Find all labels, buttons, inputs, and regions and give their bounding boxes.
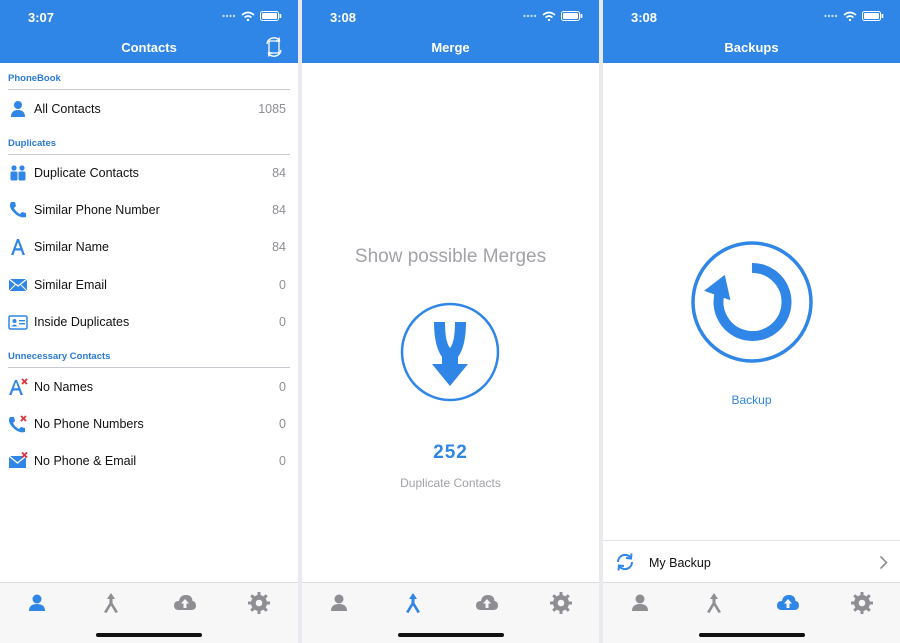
row-count: 0 [279, 278, 286, 292]
battery-icon [862, 11, 884, 21]
home-indicator [397, 633, 504, 637]
contacts-screen: 3:07 Contacts PhoneBook All Contacts 108… [0, 0, 298, 643]
row-inside-duplicates[interactable]: Inside Duplicates 0 [0, 304, 298, 341]
row-label: Duplicate Contacts [34, 166, 139, 180]
page-title: Backups [724, 40, 779, 55]
envelope-icon [8, 278, 28, 292]
phone-icon [10, 202, 26, 218]
signal-dots-icon [222, 14, 236, 18]
section-header-unnecessary: Unnecessary Contacts [8, 351, 111, 362]
duplicate-people-icon [10, 165, 26, 181]
nav-bar: 3:08 Merge [302, 0, 599, 63]
my-backup-row[interactable]: My Backup [603, 540, 900, 583]
row-similar-email[interactable]: Similar Email 0 [0, 267, 298, 304]
person-icon [11, 101, 25, 117]
row-all-contacts[interactable]: All Contacts 1085 [0, 91, 298, 128]
row-label: No Phone & Email [34, 454, 137, 468]
letter-a-icon [11, 239, 25, 255]
row-no-phone-email[interactable]: No Phone & Email 0 [0, 443, 298, 480]
row-count: 84 [272, 240, 286, 254]
wifi-icon [542, 11, 556, 21]
nav-bar: 3:07 Contacts [0, 0, 298, 63]
row-label: Inside Duplicates [34, 315, 130, 329]
nav-bar: 3:08 Backups [603, 0, 900, 63]
status-time: 3:08 [330, 10, 357, 25]
row-label: Similar Phone Number [34, 203, 160, 217]
row-count: 1085 [258, 102, 286, 116]
divider [8, 367, 290, 368]
status-time: 3:08 [631, 10, 658, 25]
battery-icon [561, 11, 583, 21]
row-similar-name[interactable]: Similar Name 84 [0, 229, 298, 266]
backups-screen: 3:08 Backups Backup My Backup [603, 0, 900, 643]
duplicate-count: 252 [433, 442, 468, 463]
backup-tab-icon[interactable] [776, 591, 800, 615]
row-count: 0 [279, 454, 286, 468]
settings-tab-icon[interactable] [850, 591, 874, 615]
contacts-tab-icon[interactable] [628, 591, 652, 615]
section-header-duplicates: Duplicates [8, 138, 57, 149]
backup-tab-icon[interactable] [475, 591, 499, 615]
row-no-names[interactable]: No Names 0 [0, 369, 298, 406]
row-count: 0 [279, 417, 286, 431]
settings-tab-icon[interactable] [549, 591, 573, 615]
section-header-phonebook: PhoneBook [8, 73, 61, 84]
contacts-tab-icon[interactable] [327, 591, 351, 615]
row-duplicate-contacts[interactable]: Duplicate Contacts 84 [0, 155, 298, 192]
merge-tab-icon[interactable] [702, 591, 726, 615]
row-count: 0 [279, 315, 286, 329]
home-indicator [698, 633, 805, 637]
row-label: Similar Name [34, 240, 110, 254]
merge-headline: Show possible Merges [354, 246, 547, 267]
id-card-icon [8, 315, 28, 330]
tab-bar [0, 582, 298, 643]
my-backup-label: My Backup [649, 556, 711, 570]
contacts-tab-icon[interactable] [25, 591, 49, 615]
tab-bar [603, 582, 900, 643]
row-count: 84 [272, 203, 286, 217]
row-no-phone[interactable]: No Phone Numbers 0 [0, 406, 298, 443]
sync-icon [616, 553, 634, 571]
row-count: 0 [279, 380, 286, 394]
settings-tab-icon[interactable] [247, 591, 271, 615]
backup-tab-icon[interactable] [173, 591, 197, 615]
status-icons [824, 11, 884, 21]
row-label: No Phone Numbers [34, 417, 144, 431]
wifi-icon [241, 11, 255, 21]
page-title: Merge [431, 40, 470, 55]
merge-tab-icon[interactable] [401, 591, 425, 615]
envelope-x-icon [8, 452, 28, 468]
sync-contacts-icon[interactable] [264, 37, 284, 57]
battery-icon [260, 11, 282, 21]
duplicate-count-label: Duplicate Contacts [400, 476, 501, 490]
divider [8, 89, 290, 90]
status-icons [222, 11, 282, 21]
row-label: No Names [34, 380, 94, 394]
home-indicator [96, 633, 202, 637]
row-label: Similar Email [34, 278, 107, 292]
phone-x-icon [9, 415, 27, 433]
merge-tab-icon[interactable] [99, 591, 123, 615]
wifi-icon [843, 11, 857, 21]
merge-screen: 3:08 Merge Show possible Merges 252 Dupl… [302, 0, 599, 643]
status-icons [523, 11, 583, 21]
row-count: 84 [272, 166, 286, 180]
chevron-right-icon [879, 555, 888, 570]
letter-a-x-icon [9, 378, 28, 395]
row-label: All Contacts [34, 102, 101, 116]
status-time: 3:07 [28, 10, 55, 25]
row-similar-phone[interactable]: Similar Phone Number 84 [0, 192, 298, 229]
page-title: Contacts [121, 40, 177, 55]
merge-arrow-icon[interactable] [400, 302, 500, 402]
signal-dots-icon [523, 14, 537, 18]
tab-bar [302, 582, 599, 643]
backup-refresh-icon[interactable] [690, 240, 814, 364]
signal-dots-icon [824, 14, 838, 18]
backup-button[interactable]: Backup [603, 393, 900, 407]
